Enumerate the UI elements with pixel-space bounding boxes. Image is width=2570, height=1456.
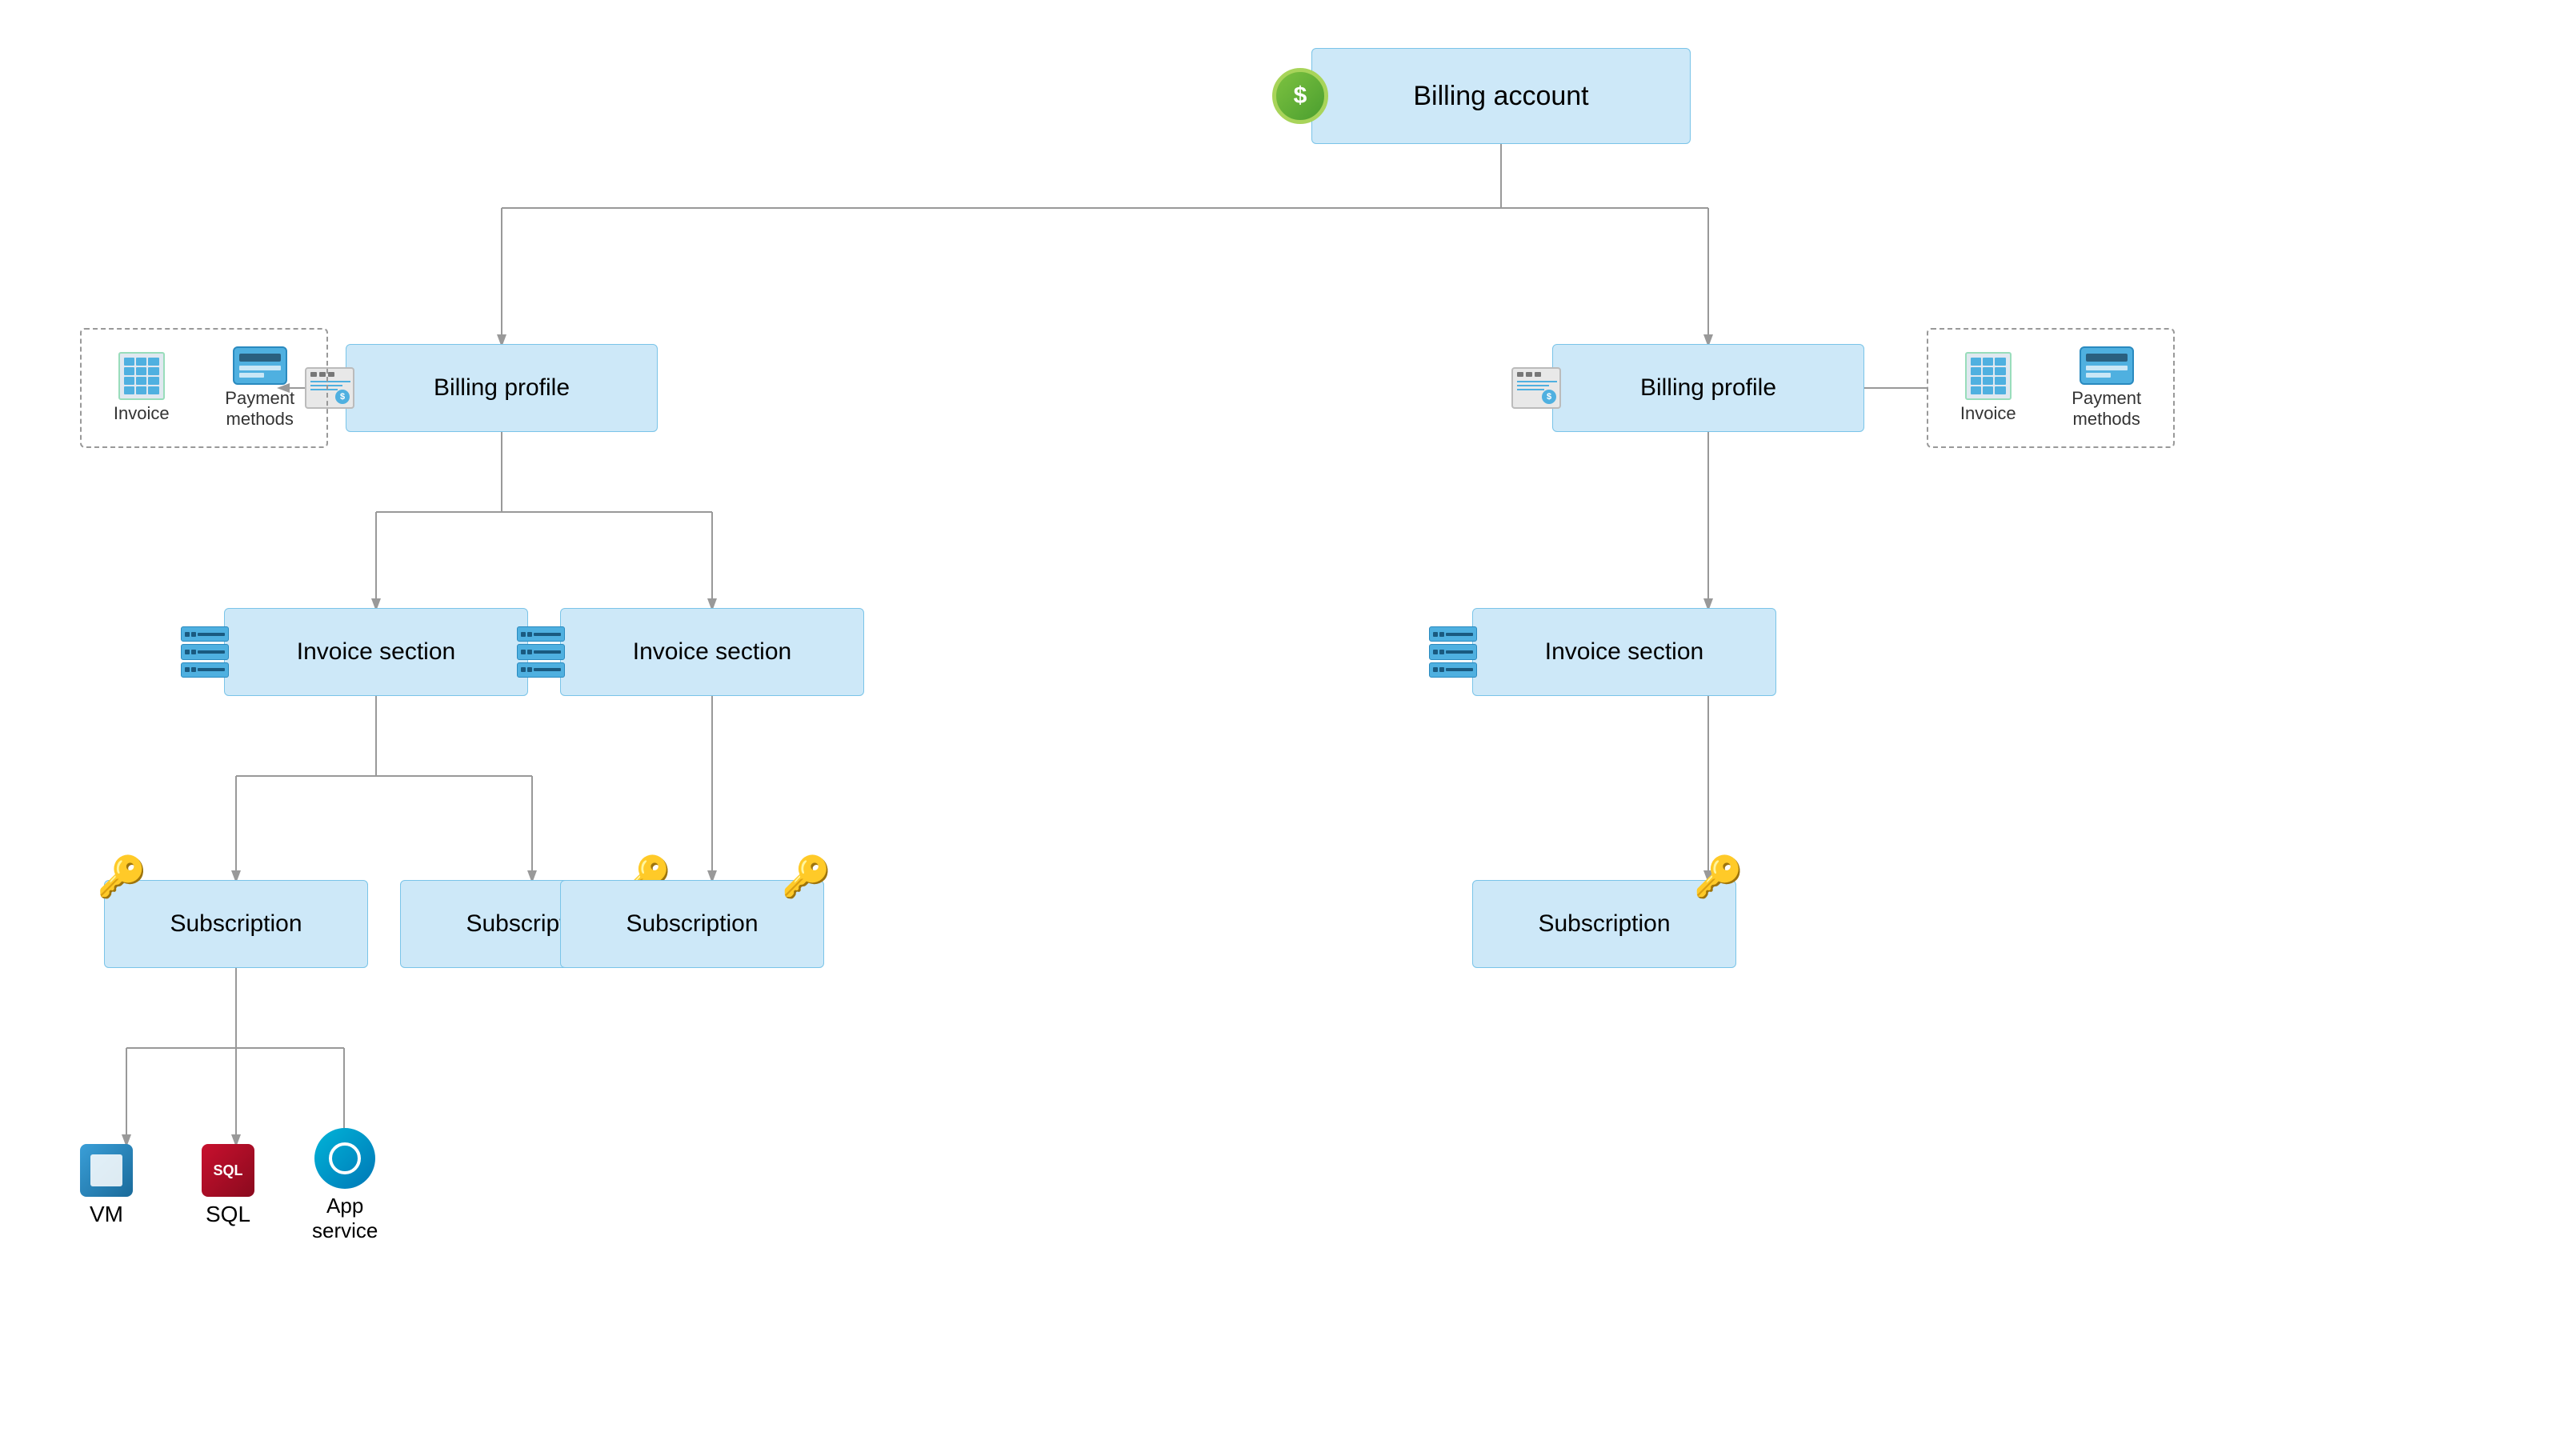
sql-resource: SQL SQL bbox=[202, 1144, 254, 1227]
vm-label: VM bbox=[90, 1202, 123, 1227]
subscription-4-node: 🔑 Subscription bbox=[1472, 880, 1736, 968]
subscription-1-label: Subscription bbox=[170, 910, 302, 938]
right-invoice-label: Invoice bbox=[1960, 403, 2016, 424]
right-dashed-box: Invoice Paymentmethods bbox=[1927, 328, 2175, 448]
left-dashed-box: Invoice Paymentmethods bbox=[80, 328, 328, 448]
billing-profile-1-label: Billing profile bbox=[434, 374, 570, 402]
subscription-3-node: 🔑 Subscription bbox=[560, 880, 824, 968]
billing-profile-2-node: $ Billing profile bbox=[1552, 344, 1864, 432]
subscription-3-label: Subscription bbox=[626, 910, 758, 938]
left-payment-item: Paymentmethods bbox=[225, 346, 294, 430]
billing-profile-1-node: $ Billing profile bbox=[346, 344, 658, 432]
right-payment-label: Paymentmethods bbox=[2072, 388, 2141, 430]
app-service-label: Appservice bbox=[312, 1194, 378, 1243]
invoice-section-2-label: Invoice section bbox=[633, 638, 791, 666]
left-invoice-item: Invoice bbox=[114, 352, 170, 424]
vm-resource: VM bbox=[80, 1144, 133, 1227]
invoice-section-1-node: Invoice section bbox=[224, 608, 528, 696]
billing-profile-2-label: Billing profile bbox=[1640, 374, 1776, 402]
left-invoice-label: Invoice bbox=[114, 403, 170, 424]
right-invoice-item: Invoice bbox=[1960, 352, 2016, 424]
invoice-section-3-label: Invoice section bbox=[1545, 638, 1703, 666]
invoice-section-3-node: Invoice section bbox=[1472, 608, 1776, 696]
billing-account-node: $ Billing account bbox=[1311, 48, 1691, 144]
subscription-1-node: 🔑 Subscription bbox=[104, 880, 368, 968]
invoice-section-1-label: Invoice section bbox=[297, 638, 455, 666]
sql-label: SQL bbox=[206, 1202, 250, 1227]
invoice-section-2-node: Invoice section bbox=[560, 608, 864, 696]
right-payment-item: Paymentmethods bbox=[2072, 346, 2141, 430]
subscription-4-label: Subscription bbox=[1538, 910, 1670, 938]
left-payment-label: Paymentmethods bbox=[225, 388, 294, 430]
billing-account-label: Billing account bbox=[1413, 81, 1588, 112]
app-service-resource: Appservice bbox=[312, 1128, 378, 1243]
